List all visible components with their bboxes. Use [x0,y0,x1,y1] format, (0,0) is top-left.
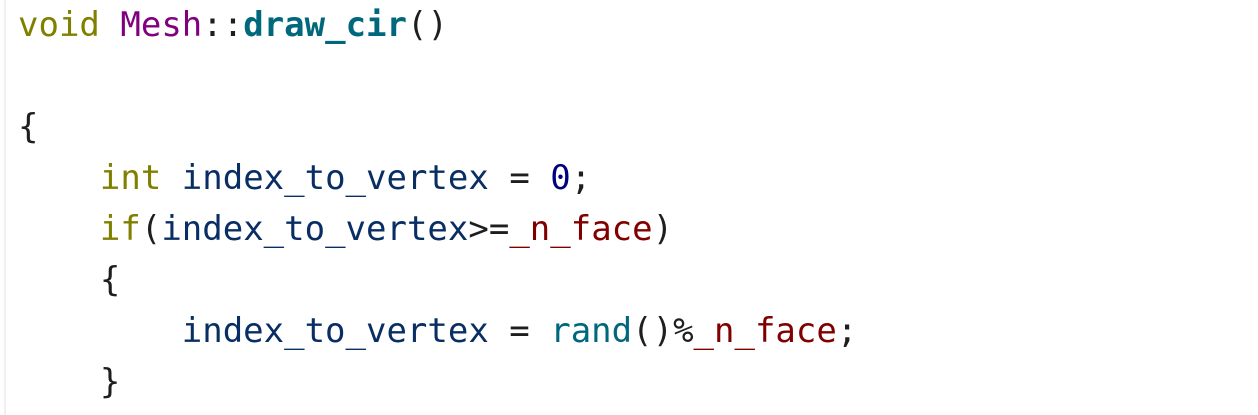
code-line[interactable]: if(index_to_vertex>=_n_face) [18,204,857,255]
code-token-punct: = [488,158,551,198]
code-line[interactable]: } [18,357,857,408]
code-area[interactable]: void Mesh::draw_cir() { int index_to_ver… [18,0,857,408]
code-token-type: void [18,5,100,45]
code-line[interactable]: index_to_vertex = rand()%_n_face; [18,306,858,357]
code-token-type: int [99,158,162,198]
code-line[interactable]: { [18,102,857,153]
code-token-number: 0 [550,158,571,198]
code-token-punct: { [99,260,121,300]
code-editor[interactable]: void Mesh::draw_cir() { int index_to_ver… [0,0,1258,415]
code-token-member: _n_face [693,311,837,351]
code-token-punct: } [99,362,121,402]
code-line[interactable] [18,51,857,102]
code-token-punct: = [488,311,551,351]
code-token-var: index_to_vertex [181,311,489,351]
code-token-punct: ; [836,311,858,351]
code-token-punct: () [406,5,448,45]
code-token-var: index_to_vertex [181,158,489,198]
code-token-punct: ()% [632,311,694,351]
code-token-punct [100,5,120,45]
code-token-punct: { [18,107,39,147]
code-token-punct: ; [570,158,592,198]
code-token-class: Mesh [120,5,203,45]
code-token-func: draw_cir [243,5,407,45]
code-line[interactable]: { [18,255,857,306]
code-token-punct: :: [202,5,244,45]
code-line[interactable]: void Mesh::draw_cir() [18,0,857,51]
editor-gutter-divider [4,0,6,415]
code-token-punct [161,158,181,198]
code-token-call: rand [550,311,633,351]
code-line[interactable]: int index_to_vertex = 0; [18,153,857,204]
code-token-punct: ( [140,209,162,249]
code-token-punct: ) [652,209,674,249]
code-token-member: _n_face [509,209,653,249]
code-token-type: if [99,209,141,249]
code-token-punct: >= [468,209,510,249]
code-token-var: index_to_vertex [161,209,469,249]
